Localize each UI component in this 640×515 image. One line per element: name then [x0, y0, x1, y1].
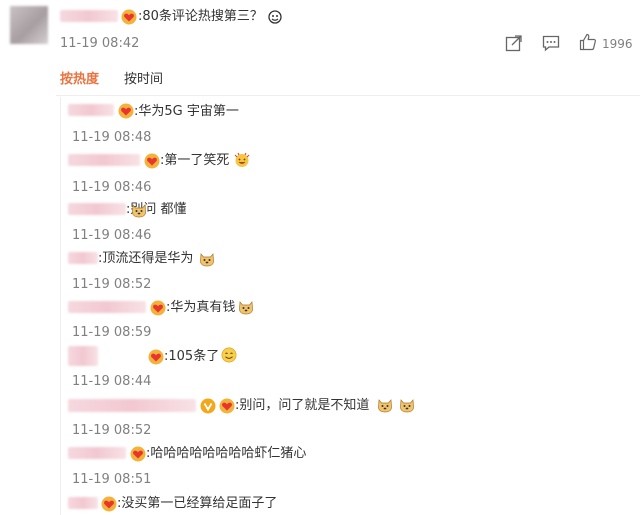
- reply-time: 11-19 08:46: [72, 228, 152, 243]
- reply-time: 11-19 08:59: [72, 325, 152, 340]
- reply-user-name[interactable]: [68, 154, 140, 166]
- like-icon[interactable]: [578, 32, 598, 52]
- like-count: 1996: [602, 37, 633, 51]
- reply-text: :没买第一已经算给足面子了: [117, 496, 278, 511]
- share-icon[interactable]: [504, 33, 524, 53]
- reply-user-name[interactable]: [68, 447, 126, 459]
- red-heart-badge-icon: [150, 300, 166, 316]
- commenter-name[interactable]: [60, 10, 118, 22]
- reply-time: 11-19 08:51: [72, 472, 152, 487]
- reply-user-name[interactable]: [68, 104, 114, 116]
- reply-time: 11-19 08:46: [72, 180, 152, 195]
- reply-text: :别问，问了就是不知道: [235, 398, 370, 413]
- red-heart-badge-icon: [101, 496, 117, 512]
- tab-sort-by-hot[interactable]: 按热度: [60, 71, 99, 89]
- weibo-comment-page: :80条评论热搜第三？ 11-19 08:42 1996 按热度 按时间 :华为…: [0, 0, 640, 515]
- comment-icon[interactable]: [541, 33, 561, 53]
- red-heart-badge-icon: [130, 446, 146, 462]
- doge-emoji-icon: [239, 301, 253, 315]
- emoji-face-icon: [268, 10, 282, 24]
- doge-emoji-icon: [200, 253, 214, 267]
- reply-list-border: [60, 97, 61, 515]
- clap-emoji-icon: [234, 152, 250, 167]
- reply-user-name[interactable]: [68, 399, 196, 412]
- doge-emoji-icon: [400, 399, 414, 413]
- doge-emoji-icon: [132, 204, 146, 218]
- reply-user-name[interactable]: [68, 301, 146, 313]
- reply-text: :顶流还得是华为: [98, 251, 194, 266]
- reply-time: 11-19 08:52: [72, 277, 152, 292]
- red-heart-badge-icon: [121, 9, 137, 25]
- main-comment-time: 11-19 08:42: [60, 36, 140, 51]
- reply-user-name[interactable]: [68, 497, 98, 509]
- tab-sort-by-time[interactable]: 按时间: [124, 71, 163, 89]
- smile-emoji-icon: [221, 347, 237, 363]
- reply-text: :华为5G 宇宙第一: [134, 104, 239, 119]
- commenter-avatar[interactable]: [10, 6, 48, 44]
- tab-divider: [56, 95, 640, 96]
- reply-text: :第一了笑死: [160, 153, 230, 168]
- main-comment-text: :80条评论热搜第三？: [138, 9, 263, 24]
- red-heart-badge-icon: [118, 103, 134, 119]
- reply-time: 11-19 08:52: [72, 423, 152, 438]
- red-heart-badge-icon: [148, 349, 164, 365]
- doge-emoji-icon: [378, 399, 392, 413]
- reply-time: 11-19 08:44: [72, 374, 152, 389]
- reply-user-name[interactable]: [68, 346, 98, 366]
- reply-text: :105条了: [164, 349, 220, 364]
- reply-time: 11-19 08:48: [72, 130, 152, 145]
- reply-user-name[interactable]: [68, 203, 126, 215]
- red-heart-badge-icon: [144, 153, 160, 169]
- gold-v-verified-icon: [200, 398, 216, 414]
- red-heart-badge-icon: [219, 398, 235, 414]
- reply-text: :哈哈哈哈哈哈哈哈虾仁猪心: [146, 446, 307, 461]
- reply-user-name[interactable]: [68, 252, 98, 264]
- reply-text: :华为真有钱: [166, 300, 236, 315]
